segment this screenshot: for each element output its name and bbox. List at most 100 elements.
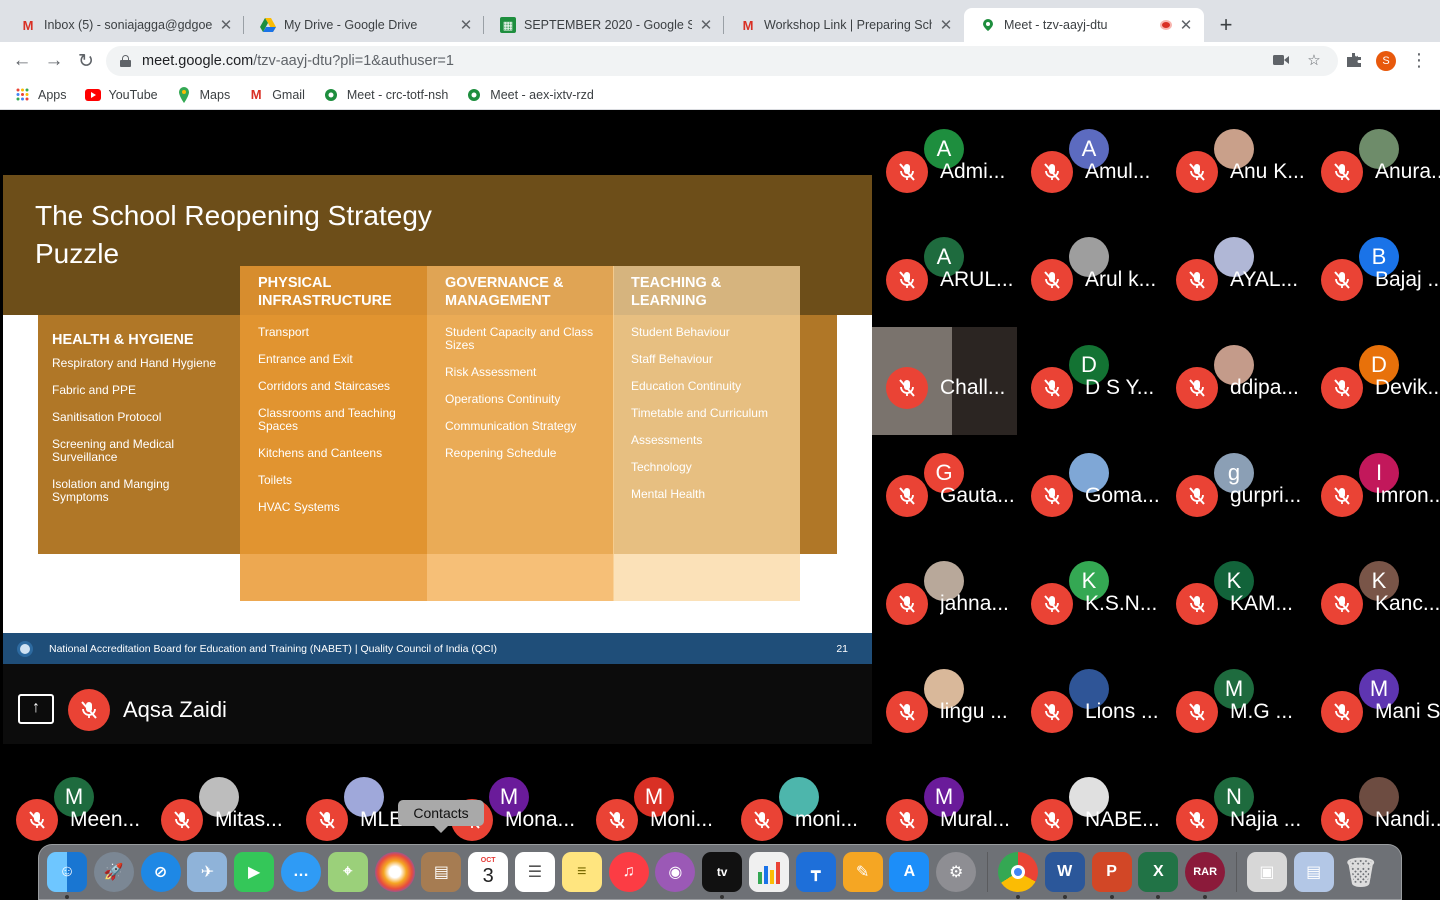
column-item: Operations Continuity <box>445 392 561 406</box>
present-screen-icon[interactable]: ↑ <box>18 694 54 724</box>
participant-tile[interactable]: B Bajaj ... <box>1307 219 1440 327</box>
mic-off-icon <box>161 799 203 841</box>
excel-icon[interactable]: X <box>1138 852 1179 899</box>
reminders-icon[interactable]: ☰ <box>514 852 555 892</box>
new-tab-button[interactable]: + <box>1214 13 1238 37</box>
forward-button[interactable]: → <box>40 47 68 75</box>
keynote-icon[interactable]: ┳ <box>795 852 836 892</box>
column-items: Student Capacity and Class Sizes Risk As… <box>445 326 610 474</box>
tab-workshop-link[interactable]: M Workshop Link | Preparing Sch ✕ <box>724 8 964 42</box>
winrar-icon[interactable]: RAR <box>1185 852 1226 899</box>
trash-icon[interactable]: 🗑 <box>1341 852 1381 892</box>
photos-icon[interactable] <box>374 852 415 892</box>
camera-icon[interactable] <box>1272 51 1290 69</box>
maps-icon[interactable]: ⌖ <box>327 852 368 892</box>
messages-icon[interactable]: … <box>280 852 321 892</box>
participant-name: Bajaj ... <box>1375 268 1440 291</box>
participant-tile[interactable]: Goma... <box>1017 435 1162 543</box>
close-icon[interactable]: ✕ <box>458 16 474 34</box>
tab-gmail-inbox[interactable]: M Inbox (5) - soniajagga@gdgoen ✕ <box>4 8 244 42</box>
participant-tile[interactable]: Lions ... <box>1017 651 1162 759</box>
participant-tile[interactable]: G Gauta... <box>872 435 1017 543</box>
bookmark-maps[interactable]: Maps <box>176 86 230 103</box>
mic-off-icon <box>1176 583 1218 625</box>
mic-off-icon <box>306 799 348 841</box>
screenshot-stack-icon[interactable]: ▣ <box>1246 852 1287 892</box>
contacts-icon[interactable]: ▤ <box>421 852 462 892</box>
notes-icon[interactable]: ≡ <box>561 852 602 892</box>
app-store-icon[interactable]: A <box>889 852 930 892</box>
participant-tile[interactable]: lingu ... <box>872 651 1017 759</box>
mic-off-icon <box>68 689 110 731</box>
podcasts-icon[interactable]: ◉ <box>655 852 696 892</box>
chrome-icon[interactable] <box>997 852 1038 899</box>
participant-tile[interactable]: M M.G ... <box>1162 651 1307 759</box>
close-icon[interactable]: ✕ <box>698 16 714 34</box>
close-icon[interactable]: ✕ <box>218 16 234 34</box>
participant-tile[interactable]: Chall... <box>872 327 1017 435</box>
participant-tile[interactable]: A ARUL... <box>872 219 1017 327</box>
mic-off-icon <box>1031 583 1073 625</box>
extensions-icon[interactable] <box>1345 51 1363 69</box>
bookmark-gmail[interactable]: M Gmail <box>248 87 305 103</box>
tab-google-meet[interactable]: Meet - tzv-aayj-dtu ✕ <box>964 8 1204 42</box>
participant-tile[interactable]: A Admi... <box>872 111 1017 219</box>
participant-name: gurpri... <box>1230 484 1302 507</box>
close-icon[interactable]: ✕ <box>1178 16 1194 34</box>
mic-off-icon <box>886 475 928 517</box>
tab-google-drive[interactable]: My Drive - Google Drive ✕ <box>244 8 484 42</box>
participant-tile[interactable]: jahna... <box>872 543 1017 651</box>
participant-tile[interactable]: AYAL... <box>1162 219 1307 327</box>
participant-tile[interactable]: g gurpri... <box>1162 435 1307 543</box>
participant-tile[interactable]: K KAM... <box>1162 543 1307 651</box>
participant-tile[interactable]: I Imron... <box>1307 435 1440 543</box>
column-item: Corridors and Staircases <box>258 379 391 393</box>
back-button[interactable]: ← <box>8 47 36 75</box>
more-menu-icon[interactable]: ⋮ <box>1410 49 1428 71</box>
safari-icon[interactable]: ⊘ <box>140 852 181 892</box>
apple-tv-icon[interactable]: tv <box>702 852 743 899</box>
preview-icon[interactable]: ✈ <box>187 852 228 892</box>
participant-tile[interactable]: Anu K... <box>1162 111 1307 219</box>
powerpoint-icon[interactable]: P <box>1091 852 1132 899</box>
participant-name: jahna... <box>940 592 1009 615</box>
participant-tile[interactable]: Anura... <box>1307 111 1440 219</box>
finder-icon[interactable]: ☺ <box>47 852 87 899</box>
participant-tile[interactable]: M Mani S <box>1307 651 1440 759</box>
column-item: Reopening Schedule <box>445 446 557 460</box>
address-bar[interactable]: meet.google.com/tzv-aayj-dtu?pli=1&authu… <box>106 46 1338 76</box>
music-icon[interactable]: ♫ <box>608 852 649 892</box>
bookmark-apps[interactable]: Apps <box>14 87 67 103</box>
participant-tile[interactable]: D Devik... <box>1307 327 1440 435</box>
word-icon[interactable]: W <box>1044 852 1085 899</box>
downloads-stack-icon[interactable]: ▤ <box>1293 852 1334 892</box>
launchpad-icon[interactable]: 🚀 <box>93 852 134 892</box>
system-preferences-icon[interactable]: ⚙ <box>936 852 977 892</box>
column-heading: PHYSICAL INFRASTRUCTURE <box>258 275 392 309</box>
participant-tile[interactable]: A Amul... <box>1017 111 1162 219</box>
pages-icon[interactable]: ✎ <box>842 852 883 892</box>
participant-tile[interactable]: Arul k... <box>1017 219 1162 327</box>
participant-tile[interactable]: K K.S.N... <box>1017 543 1162 651</box>
bookmark-meet-crc[interactable]: Meet - crc-totf-nsh <box>323 87 448 103</box>
participant-tile[interactable]: K Kanc... <box>1307 543 1440 651</box>
numbers-icon[interactable] <box>748 852 789 892</box>
facetime-icon[interactable]: ▶ <box>234 852 275 892</box>
column-item: Assessments <box>631 433 703 447</box>
mic-off-icon <box>1031 259 1073 301</box>
participant-name: AYAL... <box>1230 268 1299 291</box>
participant-name: M.G ... <box>1230 700 1293 723</box>
mic-off-icon <box>1176 799 1218 841</box>
reload-button[interactable]: ↻ <box>72 47 100 75</box>
calendar-icon[interactable]: OCT 3 <box>468 852 509 892</box>
star-icon[interactable]: ☆ <box>1305 51 1323 69</box>
bookmark-youtube[interactable]: YouTube <box>84 87 158 103</box>
participant-tile[interactable]: DD S Y... <box>1017 327 1162 435</box>
bookmark-meet-aex[interactable]: Meet - aex-ixtv-rzd <box>466 87 594 103</box>
participant-tile[interactable]: ddipa... <box>1162 327 1307 435</box>
tab-google-sheets[interactable]: ▦ SEPTEMBER 2020 - Google Sh ✕ <box>484 8 724 42</box>
close-icon[interactable]: ✕ <box>938 16 954 34</box>
calendar-day: 3 <box>482 865 494 887</box>
column-item: Communication Strategy <box>445 419 577 433</box>
profile-avatar[interactable]: S <box>1376 51 1396 71</box>
